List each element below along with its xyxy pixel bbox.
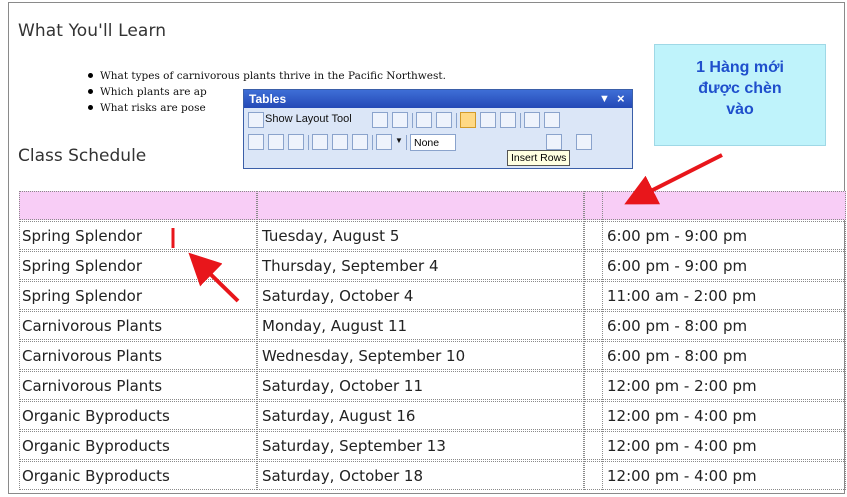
table-cell[interactable] bbox=[584, 371, 602, 400]
fill-right-icon[interactable] bbox=[546, 134, 562, 150]
table-cell-class[interactable]: Organic Byproducts bbox=[19, 401, 257, 430]
table-cell-class[interactable]: Carnivorous Plants bbox=[19, 341, 257, 370]
table-row[interactable]: Organic Byproducts Saturday, October 18 … bbox=[19, 461, 846, 491]
toolbar-row-1: Show Layout Tool bbox=[246, 110, 630, 132]
delete-cells-icon[interactable] bbox=[500, 112, 516, 128]
toolbar-separator bbox=[412, 113, 413, 128]
bullet-icon bbox=[88, 105, 93, 110]
annotation-callout: 1 Hàng mới được chèn vào bbox=[654, 44, 826, 146]
inserted-table-row[interactable] bbox=[19, 191, 846, 221]
table-cell-date[interactable]: Saturday, October 18 bbox=[257, 461, 584, 490]
table-cell-class[interactable]: Organic Byproducts bbox=[19, 431, 257, 460]
table-cell-time[interactable]: 6:00 pm - 8:00 pm bbox=[602, 341, 846, 370]
table-cell-date[interactable]: Thursday, September 4 bbox=[257, 251, 584, 280]
show-layout-tool-button[interactable]: Show Layout Tool bbox=[265, 113, 352, 125]
table-row[interactable]: Spring Splendor Tuesday, August 5 6:00 p… bbox=[19, 221, 846, 251]
insert-rows-tooltip: Insert Rows bbox=[507, 150, 571, 166]
table-properties-icon[interactable] bbox=[416, 112, 432, 128]
table-cell-time[interactable]: 6:00 pm - 8:00 pm bbox=[602, 311, 846, 340]
table-cell-time[interactable]: 6:00 pm - 9:00 pm bbox=[602, 251, 846, 280]
tables-toolbar[interactable]: Tables ▼ × Show Layout Tool ▼ None bbox=[243, 89, 633, 169]
list-item: What types of carnivorous plants thrive … bbox=[88, 68, 446, 84]
table-cell-class[interactable]: Spring Splendor bbox=[19, 251, 257, 280]
table-cell-time[interactable]: 11:00 am - 2:00 pm bbox=[602, 281, 846, 310]
fill-color-icon[interactable] bbox=[376, 134, 392, 150]
bullet-text: What risks are pose bbox=[100, 102, 206, 114]
draw-layout-table-icon[interactable] bbox=[372, 112, 388, 128]
table-cell[interactable] bbox=[584, 221, 602, 250]
table-cell-class[interactable]: Spring Splendor bbox=[19, 281, 257, 310]
draw-layout-cell-icon[interactable] bbox=[392, 112, 408, 128]
table-cell-date[interactable]: Wednesday, September 10 bbox=[257, 341, 584, 370]
toolbar-separator bbox=[520, 113, 521, 128]
table-cell-date[interactable]: Saturday, October 4 bbox=[257, 281, 584, 310]
table-row[interactable]: Carnivorous Plants Saturday, October 11 … bbox=[19, 371, 846, 401]
table-cell-class[interactable]: Carnivorous Plants bbox=[19, 311, 257, 340]
fill-down-icon[interactable] bbox=[576, 134, 592, 150]
layout-tool-icon[interactable] bbox=[248, 112, 264, 128]
table-cell-date[interactable]: Saturday, October 11 bbox=[257, 371, 584, 400]
toolbar-separator bbox=[308, 135, 309, 150]
toolbar-separator bbox=[406, 135, 407, 150]
merge-cells-icon[interactable] bbox=[524, 112, 540, 128]
toolbar-row-2: ▼ None bbox=[246, 132, 630, 154]
table-cell[interactable] bbox=[602, 191, 846, 220]
table-cell[interactable] bbox=[584, 341, 602, 370]
table-cell[interactable] bbox=[19, 191, 257, 220]
table-cell-class[interactable]: Organic Byproducts bbox=[19, 461, 257, 490]
align-top-icon[interactable] bbox=[248, 134, 264, 150]
bullet-icon bbox=[88, 73, 93, 78]
table-row[interactable]: Organic Byproducts Saturday, September 1… bbox=[19, 431, 846, 461]
table-row[interactable]: Organic Byproducts Saturday, August 16 1… bbox=[19, 401, 846, 431]
close-icon[interactable]: × bbox=[617, 90, 625, 108]
toolbar-title-bar[interactable]: Tables bbox=[244, 90, 632, 108]
table-cell[interactable] bbox=[584, 281, 602, 310]
cell-properties-icon[interactable] bbox=[436, 112, 452, 128]
table-cell-class[interactable]: Carnivorous Plants bbox=[19, 371, 257, 400]
heading-what-youll-learn: What You'll Learn bbox=[18, 21, 167, 41]
chevron-down-icon[interactable]: ▼ bbox=[395, 136, 403, 145]
table-cell-date[interactable]: Saturday, September 13 bbox=[257, 431, 584, 460]
table-row[interactable]: Spring Splendor Thursday, September 4 6:… bbox=[19, 251, 846, 281]
table-cell[interactable] bbox=[584, 461, 602, 490]
table-cell[interactable] bbox=[584, 251, 602, 280]
table-cell-time[interactable]: 6:00 pm - 9:00 pm bbox=[602, 221, 846, 250]
table-cell-date[interactable]: Monday, August 11 bbox=[257, 311, 584, 340]
insert-columns-icon[interactable] bbox=[480, 112, 496, 128]
table-cell-time[interactable]: 12:00 pm - 4:00 pm bbox=[602, 461, 846, 490]
toolbar-options-icon[interactable]: ▼ bbox=[599, 90, 610, 108]
table-cell[interactable] bbox=[584, 311, 602, 340]
table-cell-time[interactable]: 12:00 pm - 2:00 pm bbox=[602, 371, 846, 400]
align-middle-icon[interactable] bbox=[268, 134, 284, 150]
table-cell-date[interactable]: Tuesday, August 5 bbox=[257, 221, 584, 250]
table-cell-time[interactable]: 12:00 pm - 4:00 pm bbox=[602, 401, 846, 430]
table-cell[interactable] bbox=[584, 431, 602, 460]
bullet-text: What types of carnivorous plants thrive … bbox=[100, 70, 446, 82]
callout-text: 1 Hàng mới được chèn vào bbox=[696, 59, 784, 118]
distribute-columns-icon[interactable] bbox=[332, 134, 348, 150]
align-bottom-icon[interactable] bbox=[288, 134, 304, 150]
toolbar-title: Tables bbox=[249, 92, 287, 106]
toolbar-separator bbox=[456, 113, 457, 128]
table-style-dropdown[interactable]: None bbox=[410, 134, 456, 151]
table-cell-time[interactable]: 12:00 pm - 4:00 pm bbox=[602, 431, 846, 460]
table-cell[interactable] bbox=[257, 191, 584, 220]
table-cell[interactable] bbox=[584, 401, 602, 430]
bullet-text: Which plants are ap bbox=[100, 86, 207, 98]
table-cell-date[interactable]: Saturday, August 16 bbox=[257, 401, 584, 430]
table-row[interactable]: Carnivorous Plants Monday, August 11 6:0… bbox=[19, 311, 846, 341]
table-cell[interactable] bbox=[584, 191, 602, 220]
table-row[interactable]: Carnivorous Plants Wednesday, September … bbox=[19, 341, 846, 371]
autofit-icon[interactable] bbox=[352, 134, 368, 150]
bullet-icon bbox=[88, 89, 93, 94]
toolbar-separator bbox=[372, 135, 373, 150]
heading-class-schedule: Class Schedule bbox=[18, 146, 147, 166]
insert-rows-icon[interactable] bbox=[460, 112, 476, 128]
table-row[interactable]: Spring Splendor Saturday, October 4 11:0… bbox=[19, 281, 846, 311]
table-cell-class[interactable]: Spring Splendor bbox=[19, 221, 257, 250]
distribute-rows-icon[interactable] bbox=[312, 134, 328, 150]
split-cells-icon[interactable] bbox=[544, 112, 560, 128]
